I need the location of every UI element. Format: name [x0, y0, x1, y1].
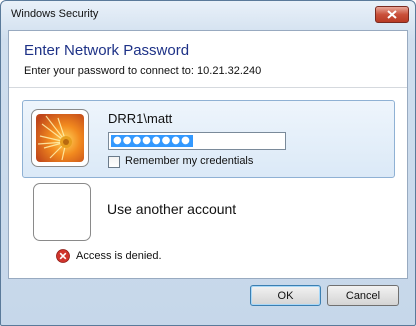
close-icon — [387, 10, 397, 19]
password-field[interactable]: ●●●●●●●● — [108, 132, 286, 150]
dialog-heading: Enter Network Password — [24, 42, 190, 59]
window-title: Windows Security — [11, 8, 99, 20]
user-name: DRR1\matt — [108, 111, 173, 126]
password-value: ●●●●●●●● — [111, 135, 193, 147]
account-tile-selected[interactable]: DRR1\matt ●●●●●●●● Remember my credentia… — [22, 100, 395, 178]
credential-dialog: Windows Security Enter Network Password … — [0, 0, 416, 326]
other-account-tile-icon[interactable] — [33, 183, 91, 241]
divider — [9, 87, 407, 88]
error-message: Access is denied. — [76, 250, 162, 262]
dialog-body: Enter Network Password Enter your passwo… — [8, 30, 408, 279]
other-account-label[interactable]: Use another account — [107, 201, 236, 217]
error-icon — [56, 249, 70, 263]
user-avatar — [36, 114, 84, 162]
user-avatar-frame — [31, 109, 89, 167]
close-button[interactable] — [375, 6, 409, 23]
dialog-subtitle: Enter your password to connect to: 10.21… — [24, 65, 262, 77]
ok-button[interactable]: OK — [250, 285, 321, 306]
remember-checkbox[interactable] — [108, 156, 120, 168]
flower-avatar-icon — [36, 114, 84, 162]
title-bar[interactable]: Windows Security — [1, 1, 415, 27]
cancel-button[interactable]: Cancel — [327, 285, 399, 306]
remember-label[interactable]: Remember my credentials — [125, 155, 253, 167]
